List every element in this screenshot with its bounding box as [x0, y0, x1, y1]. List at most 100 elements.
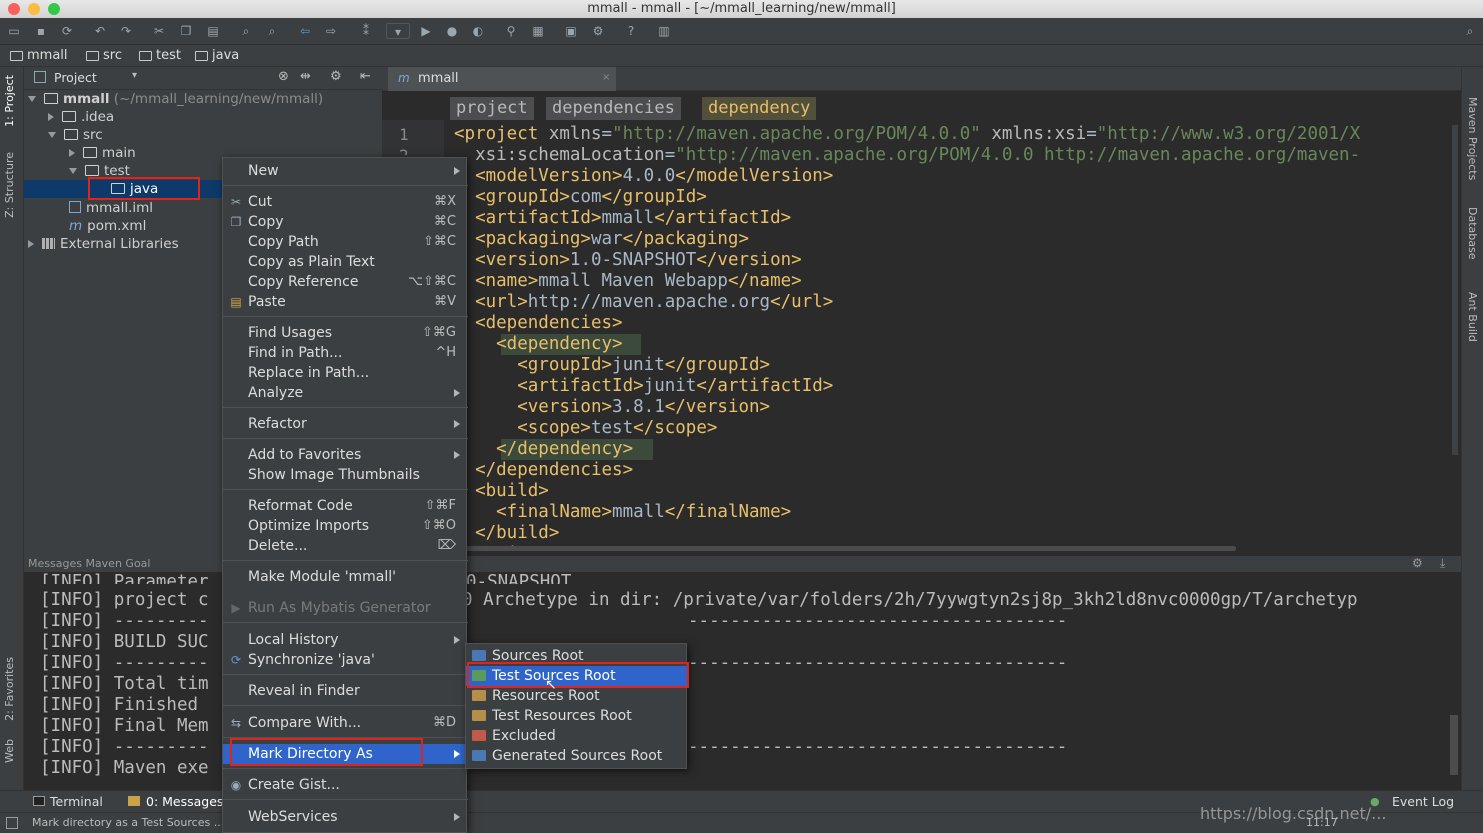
favorites-tool-tab[interactable]: 2: Favorites: [3, 657, 16, 721]
menu-item-local-history[interactable]: Local History: [223, 630, 468, 650]
editor-tab-strip: m mmall ×: [382, 67, 1461, 91]
xml-breadcrumb-dependency[interactable]: dependency: [702, 97, 817, 120]
horizontal-scrollbar[interactable]: [460, 546, 1236, 551]
menu-item-copy-plain-text[interactable]: Copy as Plain Text: [223, 252, 468, 272]
save-icon[interactable]: ▪: [33, 23, 49, 39]
messages-scrollbar[interactable]: [1450, 715, 1458, 775]
database-tab[interactable]: Database: [1466, 207, 1479, 260]
submenu-item-generated-sources-root[interactable]: Generated Sources Root: [466, 746, 688, 766]
menu-item-new[interactable]: New: [223, 161, 468, 181]
menu-item-delete[interactable]: Delete... ⌦: [223, 536, 468, 556]
maximize-window-button[interactable]: [48, 3, 60, 15]
submenu-item-excluded[interactable]: Excluded: [466, 726, 688, 746]
test-resources-root-icon: [472, 710, 486, 721]
sdk-icon[interactable]: ▣: [563, 23, 579, 39]
menu-item-synchronize[interactable]: ⟳ Synchronize 'java': [223, 650, 468, 670]
open-folder-icon[interactable]: ▭: [6, 23, 22, 39]
tree-item-external-libraries[interactable]: External Libraries: [28, 235, 179, 253]
tree-item-pom-xml[interactable]: m pom.xml: [69, 217, 146, 235]
settings-icon[interactable]: ⚙: [590, 23, 606, 39]
collapse-icon[interactable]: ⊗: [278, 69, 289, 84]
menu-item-copy-reference[interactable]: Copy Reference ⌥⇧⌘C: [223, 272, 468, 292]
cut-icon[interactable]: ✂: [151, 23, 167, 39]
plugin-icon[interactable]: ▥: [656, 23, 672, 39]
menu-item-replace-in-path[interactable]: Replace in Path...: [223, 363, 468, 383]
breadcrumb-mmall[interactable]: mmall: [10, 48, 68, 63]
breadcrumb-src[interactable]: src: [86, 48, 122, 63]
breadcrumb-java[interactable]: java: [195, 48, 239, 63]
tree-item-idea[interactable]: .idea: [48, 108, 114, 126]
menu-item-add-to-favorites[interactable]: Add to Favorites: [223, 445, 468, 465]
find-icon[interactable]: ⌕: [238, 23, 254, 39]
run-config-dropdown[interactable]: ▾: [386, 23, 410, 39]
forward-icon[interactable]: ⇨: [323, 23, 339, 39]
tree-item-mmall[interactable]: mmall (~/mmall_learning/new/mmall): [28, 90, 323, 108]
xml-breadcrumb-dependencies[interactable]: dependencies: [546, 97, 681, 120]
event-log-tab[interactable]: Event Log: [1392, 794, 1454, 809]
tree-item-src[interactable]: src: [48, 126, 103, 144]
back-icon[interactable]: ⇦: [297, 23, 313, 39]
menu-item-copy-path[interactable]: Copy Path ⇧⌘C: [223, 232, 468, 252]
hide-panel-icon[interactable]: ⇤: [360, 69, 371, 84]
project-tool-tab[interactable]: 1: Project: [3, 75, 16, 127]
project-view-selector[interactable]: Project: [54, 70, 97, 85]
gear-icon[interactable]: ⚙: [330, 69, 342, 84]
menu-item-show-image-thumbnails[interactable]: Show Image Thumbnails: [223, 465, 468, 485]
minimize-window-button[interactable]: [28, 3, 40, 15]
sync-icon[interactable]: ⟳: [59, 23, 75, 39]
redo-icon[interactable]: ↷: [118, 23, 134, 39]
collapsed-arrow-icon: [69, 149, 75, 157]
tree-item-mmall-iml[interactable]: mmall.iml: [69, 199, 153, 217]
menu-item-create-gist[interactable]: ◉ Create Gist...: [223, 775, 468, 795]
hide-panel-icon[interactable]: ⤓: [1440, 556, 1445, 571]
submenu-item-resources-root[interactable]: Resources Root: [466, 686, 688, 706]
paste-icon[interactable]: ▤: [205, 23, 221, 39]
menu-item-run-mybatis-generator: ▶ Run As Mybatis Generator: [223, 598, 468, 618]
menu-item-reformat-code[interactable]: Reformat Code ⇧⌘F: [223, 496, 468, 516]
gear-icon[interactable]: ⚙: [1412, 556, 1423, 570]
search-everywhere-icon[interactable]: ⌕: [1462, 23, 1478, 39]
messages-tab[interactable]: 0: Messages: [146, 794, 223, 809]
menu-item-refactor[interactable]: Refactor: [223, 414, 468, 434]
menu-item-reveal-in-finder[interactable]: Reveal in Finder: [223, 681, 468, 701]
xml-breadcrumb-project[interactable]: project: [450, 97, 534, 120]
editor-tab-mmall[interactable]: m mmall ×: [388, 67, 616, 91]
close-window-button[interactable]: [8, 3, 20, 15]
message-line: [INFO] Final Mem: [40, 716, 209, 736]
menu-item-analyze[interactable]: Analyze: [223, 383, 468, 403]
menu-item-make-module[interactable]: Make Module 'mmall': [223, 567, 468, 587]
folder-icon: [139, 50, 152, 61]
terminal-tab[interactable]: Terminal: [50, 794, 103, 809]
menu-item-paste[interactable]: ▤ Paste ⌘V: [223, 292, 468, 312]
submenu-item-test-resources-root[interactable]: Test Resources Root: [466, 706, 688, 726]
scroll-from-source-icon[interactable]: ⇹: [300, 69, 311, 84]
coverage-icon[interactable]: ◐: [470, 23, 486, 39]
help-icon[interactable]: ?: [623, 23, 639, 39]
menu-item-optimize-imports[interactable]: Optimize Imports ⇧⌘O: [223, 516, 468, 536]
vertical-scrollbar[interactable]: [1452, 125, 1458, 455]
menu-item-copy[interactable]: ❐ Copy ⌘C: [223, 212, 468, 232]
maven-projects-tab[interactable]: Maven Projects: [1466, 97, 1479, 180]
tree-item-main[interactable]: main: [69, 144, 136, 162]
ant-build-tab[interactable]: Ant Build: [1466, 292, 1479, 342]
structure-icon[interactable]: ▦: [530, 23, 546, 39]
vcs-icon[interactable]: ⚲: [503, 23, 519, 39]
breadcrumb-test[interactable]: test: [139, 48, 181, 63]
menu-item-compare-with[interactable]: ⇆ Compare With... ⌘D: [223, 713, 468, 733]
debug-icon[interactable]: ●: [444, 23, 460, 39]
menu-item-webservices[interactable]: WebServices: [223, 807, 468, 827]
web-tool-tab[interactable]: Web: [3, 739, 16, 763]
structure-tool-tab[interactable]: Z: Structure: [3, 152, 16, 218]
replace-icon[interactable]: ⌕: [264, 23, 280, 39]
undo-icon[interactable]: ↶: [92, 23, 108, 39]
code-line: <project xmlns="http://maven.apache.org/…: [454, 124, 1361, 144]
build-icon[interactable]: ⁑: [358, 23, 374, 39]
chevron-down-icon[interactable]: ▾: [132, 70, 137, 81]
menu-item-find-usages[interactable]: Find Usages ⇧⌘G: [223, 323, 468, 343]
run-icon[interactable]: ▶: [418, 23, 434, 39]
toggle-tool-windows-icon[interactable]: [6, 817, 18, 829]
menu-item-find-in-path[interactable]: Find in Path... ^H: [223, 343, 468, 363]
menu-item-cut[interactable]: ✂ Cut ⌘X: [223, 192, 468, 212]
copy-icon[interactable]: ❐: [178, 23, 194, 39]
close-tab-icon[interactable]: ×: [602, 72, 610, 83]
